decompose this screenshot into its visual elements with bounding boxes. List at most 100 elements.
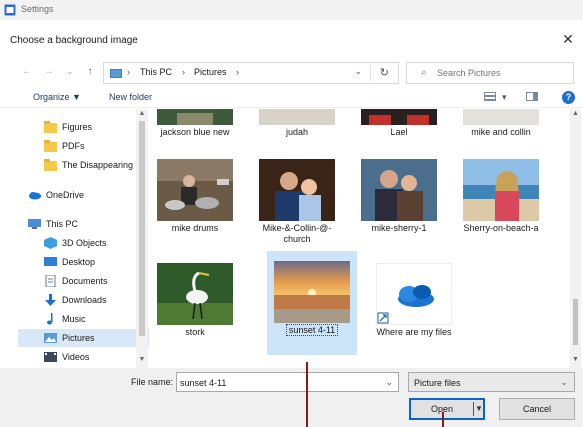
image-thumbnail <box>463 159 539 221</box>
scroll-down-icon[interactable]: ▼ <box>570 356 581 363</box>
image-thumbnail <box>157 159 233 221</box>
pictures-icon <box>44 333 57 343</box>
nav-item-3d-objects[interactable]: 3D Objects <box>18 234 149 252</box>
forward-arrow-icon: → <box>44 66 54 77</box>
file-name-label: File name: <box>131 377 174 387</box>
close-button[interactable]: ✕ <box>559 30 577 48</box>
file-tile-mike-drums[interactable]: mike drums <box>150 149 240 253</box>
window-titlebar: Settings <box>0 0 583 20</box>
open-button[interactable]: Open ▼ <box>409 398 485 420</box>
file-list-scrollbar[interactable]: ▲ ▼ <box>570 109 581 368</box>
image-thumbnail <box>259 159 335 221</box>
this-pc-icon <box>28 219 41 229</box>
recent-locations-button[interactable]: ⌄ <box>63 65 77 79</box>
nav-item-this-pc[interactable]: This PC <box>18 215 149 233</box>
downloads-icon <box>45 294 56 306</box>
file-label: sunset 4-11 <box>267 324 357 336</box>
open-options-dropdown-icon[interactable]: ▼ <box>475 404 483 413</box>
organize-menu[interactable]: Organize ▼ <box>33 92 81 102</box>
folder-icon <box>44 159 57 171</box>
nav-item-figures[interactable]: Figures <box>18 118 149 136</box>
onedrive-placeholder-thumbnail <box>376 263 452 325</box>
nav-item-pdfs[interactable]: PDFs <box>18 137 149 155</box>
scroll-thumb[interactable] <box>573 299 578 345</box>
nav-item-music[interactable]: Music <box>18 310 149 328</box>
nav-item-label: This PC <box>46 219 79 229</box>
divider <box>473 402 474 416</box>
scroll-thumb[interactable] <box>139 121 145 336</box>
nav-item-pictures[interactable]: Pictures <box>18 329 149 347</box>
file-tile-mike-sherry-1[interactable]: mike-sherry-1 <box>354 149 444 253</box>
nav-item-videos[interactable]: Videos <box>18 348 149 366</box>
file-tile-where-are-my-files[interactable]: Where are my files <box>369 253 459 357</box>
nav-item-label: Music <box>62 314 86 324</box>
file-label: jackson blue new <box>160 127 230 137</box>
nav-item-desktop[interactable]: Desktop <box>18 253 149 271</box>
file-label: Sherry-on-beach-a <box>463 223 539 233</box>
nav-item-documents[interactable]: Documents <box>18 272 149 290</box>
image-thumbnail <box>274 261 350 323</box>
nav-item-the-disappearing[interactable]: The Disappearing <box>18 156 149 174</box>
nav-item-onedrive[interactable]: OneDrive <box>18 186 149 204</box>
divider <box>370 65 371 81</box>
file-label: Mike-&-Collin-@-church <box>262 223 332 244</box>
nav-item-label: Desktop <box>62 257 96 267</box>
breadcrumb-pictures[interactable]: Pictures <box>194 67 227 77</box>
nav-item-label: PDFs <box>62 141 85 151</box>
navigation-pane: Figures PDFs The Disappearing OneDrive T… <box>18 109 149 368</box>
change-view-icon[interactable] <box>484 92 496 101</box>
forward-button[interactable]: → <box>42 65 56 79</box>
new-folder-button[interactable]: New folder <box>109 92 152 102</box>
scroll-up-icon[interactable]: ▲ <box>136 110 148 117</box>
image-thumbnail <box>157 263 233 325</box>
cancel-button[interactable]: Cancel <box>499 398 575 420</box>
window-title: Settings <box>21 4 54 14</box>
breadcrumb-this-pc[interactable]: This PC <box>140 67 172 77</box>
back-button[interactable]: ← <box>20 65 34 79</box>
file-name-field[interactable]: ⌄ <box>176 372 399 392</box>
chevron-down-icon[interactable]: ⌄ <box>385 377 393 388</box>
up-arrow-icon: ↑ <box>87 66 93 77</box>
file-label: Lael <box>390 127 408 137</box>
nav-item-label: Figures <box>62 122 93 132</box>
file-type-select[interactable]: Picture files ⌄ <box>408 372 575 392</box>
breadcrumb-separator-icon: › <box>127 67 130 77</box>
up-button[interactable]: ↑ <box>83 65 97 79</box>
view-options-dropdown-icon[interactable]: ▾ <box>502 92 507 103</box>
path-dropdown-icon[interactable]: ⌄ <box>354 66 362 77</box>
breadcrumb-separator-icon: › <box>236 67 239 77</box>
file-tile-mike-collin-church[interactable]: Mike-&-Collin-@-church <box>252 149 342 253</box>
file-tile-sherry-on-beach-a[interactable]: Sherry-on-beach-a <box>456 149 546 253</box>
scroll-down-icon[interactable]: ▼ <box>136 356 148 363</box>
music-icon <box>47 313 53 325</box>
nav-scrollbar[interactable]: ▲ ▼ <box>136 109 148 368</box>
cancel-button-label: Cancel <box>522 404 551 414</box>
videos-icon <box>44 352 57 362</box>
command-bar: Organize ▼ New folder ▾ ? <box>0 86 583 108</box>
file-label: mike-sherry-1 <box>371 223 427 233</box>
folder-icon <box>44 121 57 133</box>
refresh-icon[interactable]: ↻ <box>380 66 389 79</box>
search-box[interactable]: ⌕ <box>406 62 574 84</box>
file-label: mike drums <box>171 223 219 233</box>
preview-pane-icon[interactable] <box>526 92 538 101</box>
file-tile-stork[interactable]: stork <box>150 253 240 357</box>
help-icon[interactable]: ? <box>562 91 575 104</box>
nav-item-label: Downloads <box>62 295 107 305</box>
file-label: Where are my files <box>376 327 452 337</box>
nav-item-label: OneDrive <box>46 190 85 200</box>
nav-item-label: The Disappearing <box>62 160 134 170</box>
nav-item-label: Pictures <box>62 333 95 343</box>
path-box[interactable]: › This PC › Pictures › ⌄ ↻ <box>103 62 399 84</box>
nav-item-downloads[interactable]: Downloads <box>18 291 149 309</box>
dialog-header: Choose a background image ✕ <box>0 20 583 60</box>
documents-icon <box>45 275 56 287</box>
image-thumbnail <box>361 159 437 221</box>
scroll-up-icon[interactable]: ▲ <box>570 110 581 117</box>
search-input[interactable] <box>437 66 567 80</box>
back-arrow-icon: ← <box>22 66 32 77</box>
file-label: mike and collin <box>471 127 531 137</box>
file-tile-sunset-4-11[interactable]: sunset 4-11 <box>267 251 357 355</box>
file-name-input[interactable] <box>180 376 375 389</box>
3d-objects-icon <box>44 237 57 249</box>
